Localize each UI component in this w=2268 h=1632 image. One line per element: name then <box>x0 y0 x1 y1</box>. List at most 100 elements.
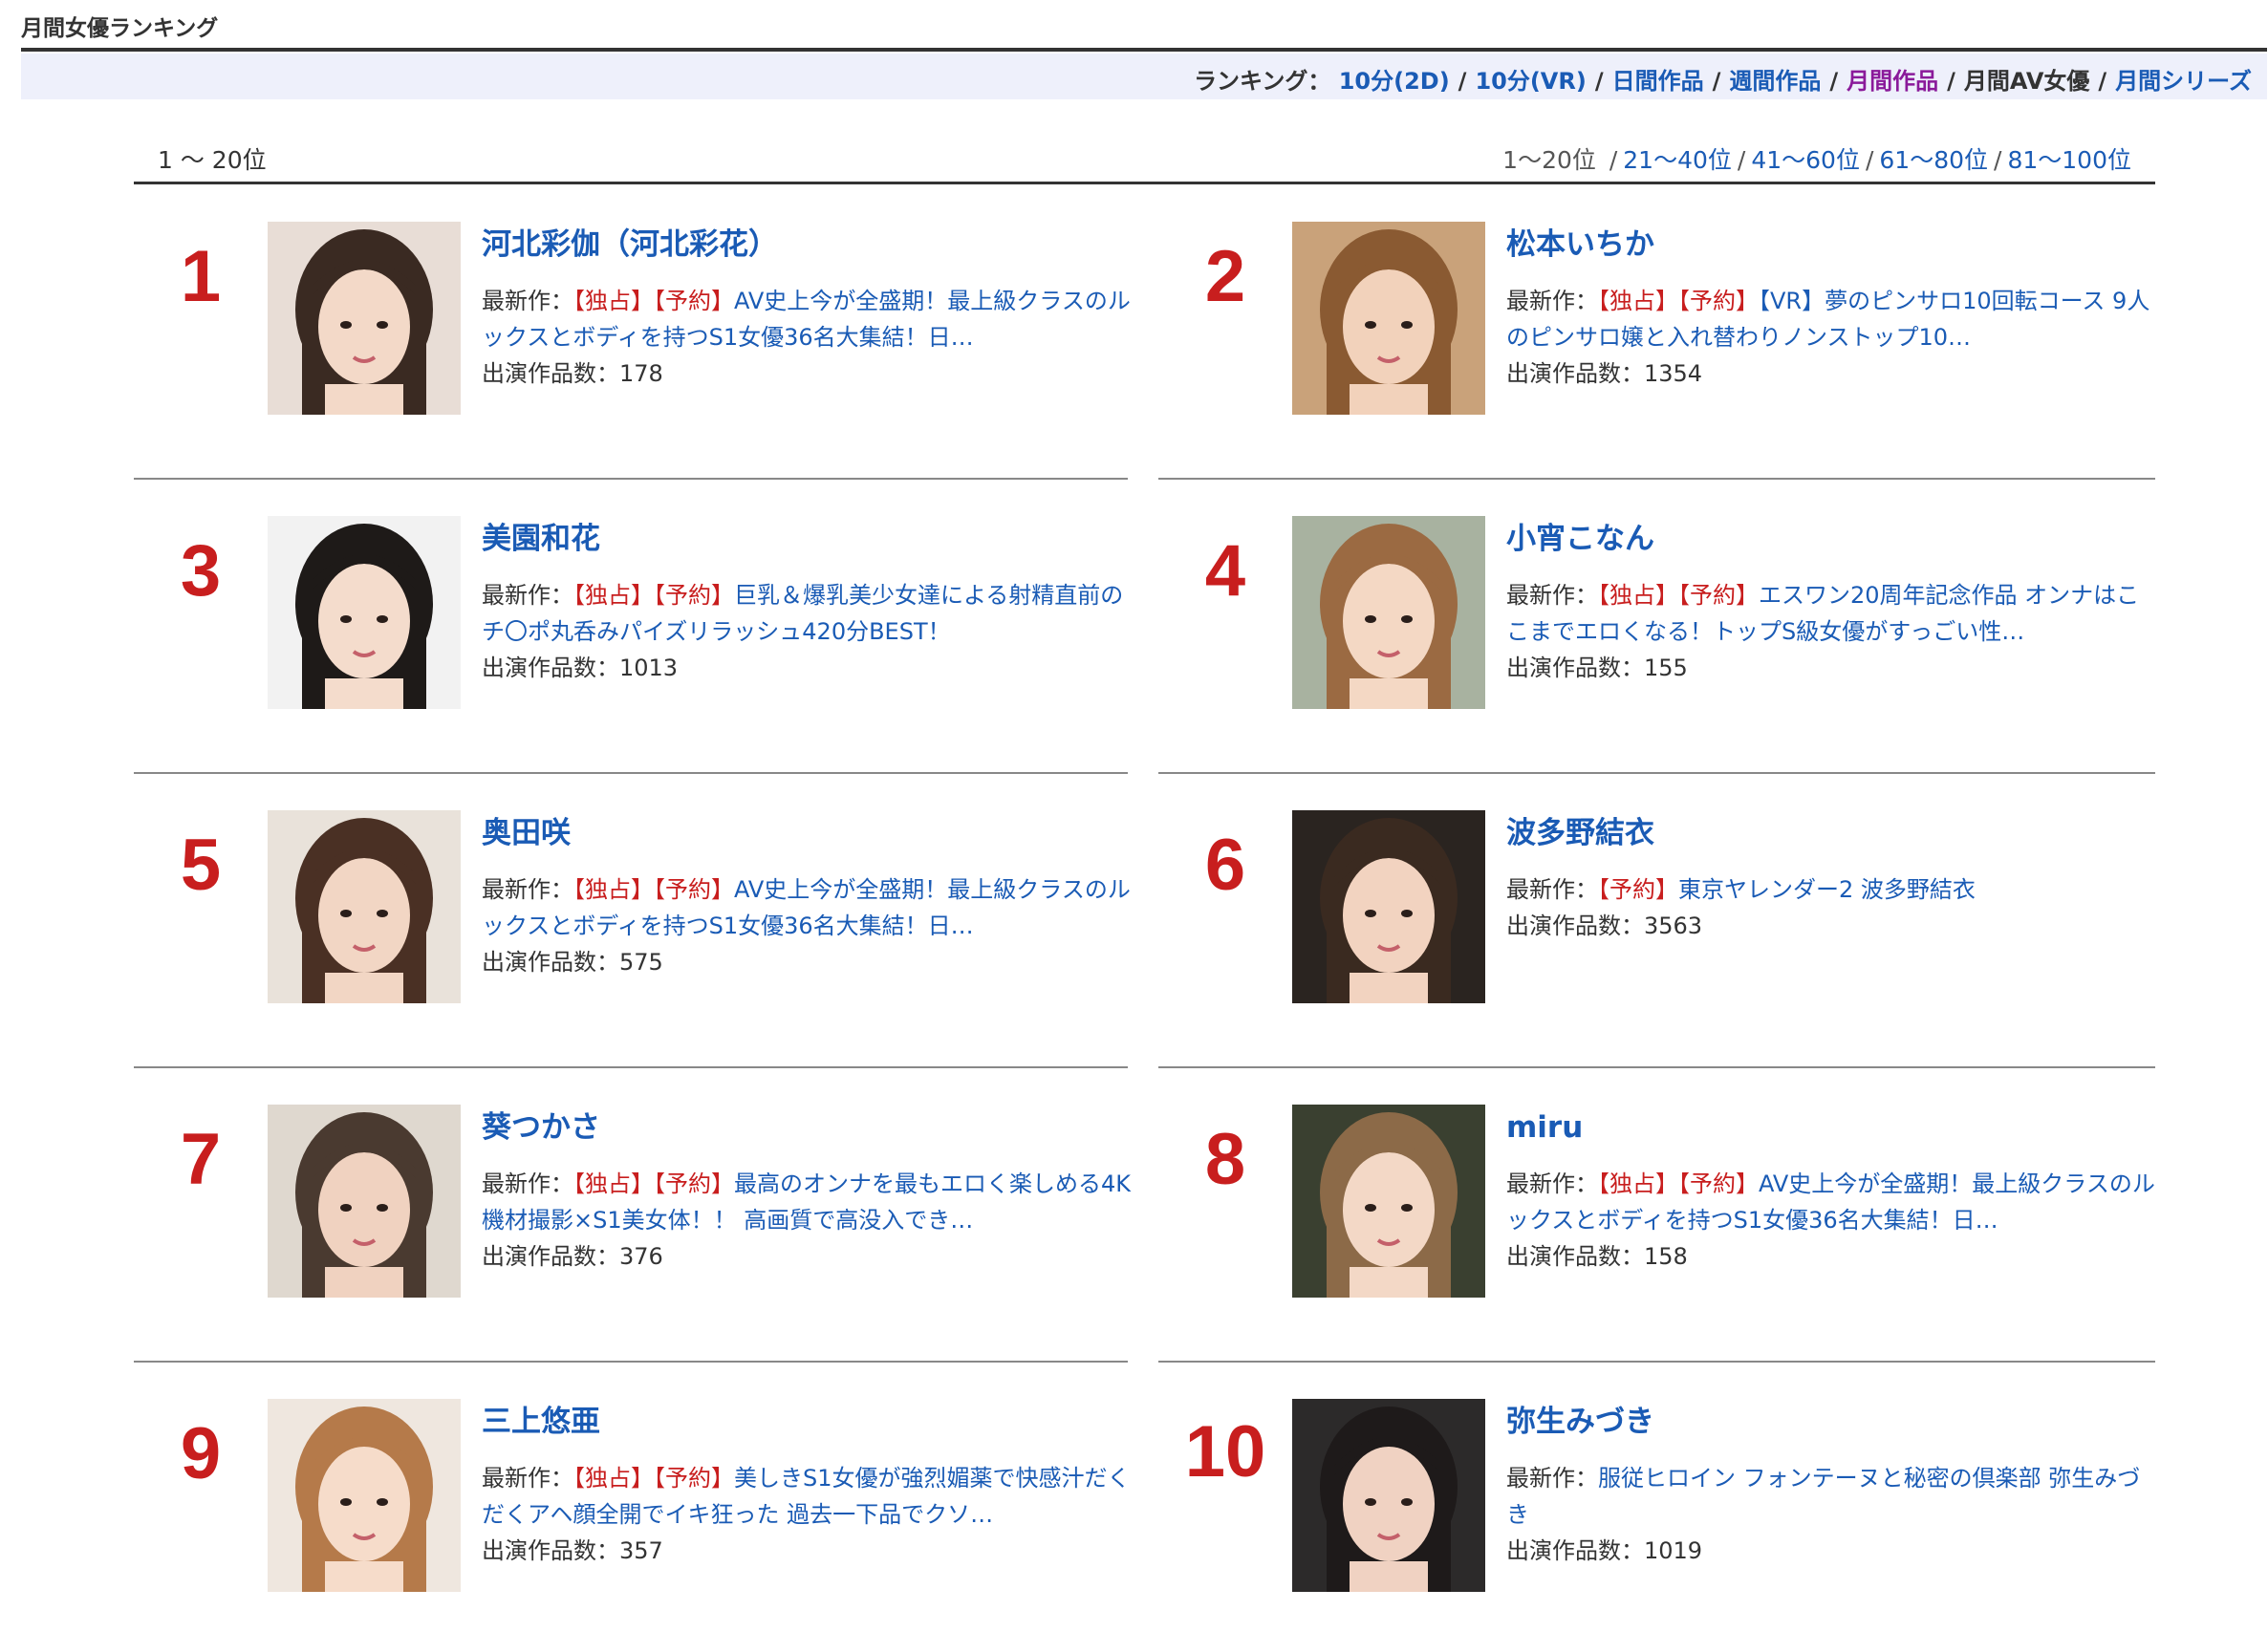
latest-work: 最新作：服従ヒロイン フォンテーヌと秘密の倶楽部 弥生みづき <box>1506 1460 2156 1533</box>
nav-separator: / <box>1829 68 1839 95</box>
work-count-value: 357 <box>619 1537 663 1565</box>
pager-separator: / <box>1865 146 1874 174</box>
actress-name-link[interactable]: 松本いちか <box>1506 225 2156 264</box>
work-count-value: 1013 <box>619 655 679 682</box>
actress-photo[interactable] <box>1292 1399 1485 1592</box>
work-tag: 【予約】 <box>654 288 734 315</box>
work-count-value: 1019 <box>1644 1537 1703 1565</box>
rank-number: 3 <box>180 530 222 612</box>
latest-work-link[interactable]: 服従ヒロイン フォンテーヌと秘密の倶楽部 弥生みづき <box>1506 1465 2140 1528</box>
actress-entry: 8 miru 最新作：【独占】【予約】AV史上今が全盛期！最上級クラスのルックスとボ… <box>1158 1105 2157 1363</box>
actress-photo[interactable] <box>268 516 461 709</box>
work-count: 出演作品数：1013 <box>482 650 1132 686</box>
latest-work-label: 最新作： <box>482 876 573 904</box>
nav-separator: / <box>1947 68 1955 95</box>
pager-link-4[interactable]: 81〜100位 <box>2007 146 2131 174</box>
actress-photo[interactable] <box>268 1399 461 1592</box>
work-count: 出演作品数：155 <box>1506 650 2156 686</box>
pager-separator: / <box>1609 146 1618 174</box>
latest-work-label: 最新作： <box>482 582 573 610</box>
work-count: 出演作品数：376 <box>482 1238 1132 1275</box>
work-tag: 【予約】 <box>1678 1170 1759 1198</box>
actress-name-link[interactable]: 美園和花 <box>482 520 1132 558</box>
work-tag: 【予約】 <box>1678 582 1759 610</box>
actress-name-link[interactable]: 三上悠亜 <box>482 1403 1132 1441</box>
work-count-value: 1354 <box>1644 360 1703 388</box>
actress-info: 松本いちか最新作：【独占】【予約】【VR】夢のピンサロ10回転コース 9人のピン… <box>1506 225 2156 392</box>
latest-work: 最新作：【予約】東京ヤレンダー2 波多野結衣 <box>1506 871 2156 908</box>
nav-item-5: 月間AV女優 <box>1963 68 2090 95</box>
page-title: 月間女優ランキング <box>21 16 219 41</box>
nav-item-3[interactable]: 週間作品 <box>1729 68 1821 95</box>
actress-name-link[interactable]: 小宵こなん <box>1506 520 2156 558</box>
rank-number: 10 <box>1184 1411 1266 1492</box>
pager-link-2[interactable]: 41〜60位 <box>1751 146 1860 174</box>
work-tag: 【予約】 <box>654 1465 734 1492</box>
row-divider <box>134 1361 1128 1363</box>
nav-separator: / <box>1594 68 1604 95</box>
actress-name-link[interactable]: miru <box>1506 1108 2156 1147</box>
actress-entry: 4 小宵こなん 最新作：【独占】【予約】エスワン20周年記念作品 オンナはここまでエ… <box>1158 516 2157 774</box>
actress-name-link[interactable]: 奥田咲 <box>482 814 1132 852</box>
work-tag: 【独占】 <box>573 582 654 610</box>
work-count: 出演作品数：158 <box>1506 1238 2156 1275</box>
latest-work: 最新作：【独占】【予約】巨乳＆爆乳美少女達による射精直前のチ〇ポ丸呑みパイズリラ… <box>482 577 1132 650</box>
pager-separator: / <box>1737 146 1746 174</box>
latest-work: 最新作：【独占】【予約】AV史上今が全盛期！最上級クラスのルックスとボディを持つ… <box>482 283 1132 355</box>
latest-work: 最新作：【独占】【予約】【VR】夢のピンサロ10回転コース 9人のピンサロ嬢と入… <box>1506 283 2156 355</box>
actress-name-link[interactable]: 葵つかさ <box>482 1108 1132 1147</box>
actress-entry: 3 美園和花最新作：【独占】【予約】巨乳＆爆乳美少女達による射精直前のチ〇ポ丸呑み… <box>134 516 1133 774</box>
actress-entry: 5 奥田咲最新作：【独占】【予約】AV史上今が全盛期！最上級クラスのルックスとボデ… <box>134 810 1133 1068</box>
latest-work: 最新作：【独占】【予約】美しきS1女優が強烈媚薬で快感汁だくだくアヘ顔全開でイキ… <box>482 1460 1132 1533</box>
latest-work-label: 最新作： <box>1506 1170 1598 1198</box>
work-tag: 【予約】 <box>654 582 734 610</box>
work-tag: 【独占】 <box>573 1170 654 1198</box>
row-divider <box>134 772 1128 774</box>
pager-link-1[interactable]: 21〜40位 <box>1623 146 1732 174</box>
nav-item-2[interactable]: 日間作品 <box>1612 68 1704 95</box>
work-count-label: 出演作品数： <box>482 1243 619 1271</box>
latest-work-link[interactable]: 東京ヤレンダー2 波多野結衣 <box>1678 876 1976 903</box>
work-count-label: 出演作品数： <box>1506 1537 1644 1565</box>
row-divider <box>1158 1361 2155 1363</box>
work-count-label: 出演作品数： <box>482 655 619 682</box>
pager-link-3[interactable]: 61〜80位 <box>1879 146 1988 174</box>
work-tag: 【独占】 <box>1598 288 1678 315</box>
rank-number: 6 <box>1204 825 1246 906</box>
actress-name-link[interactable]: 波多野結衣 <box>1506 814 2156 852</box>
nav-item-1[interactable]: 10分(VR) <box>1475 68 1586 95</box>
actress-photo[interactable] <box>1292 810 1485 1003</box>
actress-info: 河北彩伽（河北彩花） 最新作：【独占】【予約】AV史上今が全盛期！最上級クラスのル… <box>482 225 1132 392</box>
work-count-value: 575 <box>619 949 663 977</box>
work-count-value: 3563 <box>1644 913 1703 940</box>
latest-work: 最新作：【独占】【予約】AV史上今が全盛期！最上級クラスのルックスとボディを持つ… <box>482 871 1132 944</box>
work-tag: 【予約】 <box>1678 288 1759 315</box>
nav-item-6[interactable]: 月間シリーズ <box>2115 68 2252 95</box>
actress-photo[interactable] <box>268 222 461 415</box>
work-count-label: 出演作品数： <box>1506 360 1644 388</box>
actress-entry: 2 松本いちか 最新作：【独占】【予約】【VR】夢のピンサロ10回転コース 9人のピ… <box>1158 222 2157 480</box>
work-tag: 【予約】 <box>654 876 734 904</box>
pager-current: 1〜20位 <box>1502 146 1596 174</box>
actress-photo[interactable] <box>268 810 461 1003</box>
work-count: 出演作品数：1354 <box>1506 355 2156 392</box>
actress-name-link[interactable]: 河北彩伽（河北彩花） <box>482 225 1132 264</box>
nav-item-4[interactable]: 月間作品 <box>1847 68 1938 95</box>
actress-photo[interactable] <box>1292 1105 1485 1298</box>
actress-photo[interactable] <box>268 1105 461 1298</box>
work-count: 出演作品数：575 <box>482 944 1132 980</box>
actress-info: 三上悠亜最新作：【独占】【予約】美しきS1女優が強烈媚薬で快感汁だくだくアヘ顔全… <box>482 1403 1132 1569</box>
work-count: 出演作品数：3563 <box>1506 908 2156 944</box>
work-count-label: 出演作品数： <box>1506 1243 1644 1271</box>
nav-label: ランキング： <box>1194 68 1331 95</box>
actress-photo[interactable] <box>1292 516 1485 709</box>
pager-separator: / <box>1994 146 2002 174</box>
nav-item-0[interactable]: 10分(2D) <box>1339 68 1450 95</box>
rank-number: 8 <box>1204 1119 1246 1200</box>
actress-info: miru 最新作：【独占】【予約】AV史上今が全盛期！最上級クラスのルックスとボデ… <box>1506 1108 2156 1275</box>
rank-number: 5 <box>180 825 222 906</box>
list-divider <box>134 182 2155 184</box>
actress-name-link[interactable]: 弥生みづき <box>1506 1403 2156 1441</box>
actress-entry: 1 河北彩伽（河北彩花） 最新作：【独占】【予約】AV史上今が全盛期！最上級クラスの… <box>134 222 1133 480</box>
actress-photo[interactable] <box>1292 222 1485 415</box>
